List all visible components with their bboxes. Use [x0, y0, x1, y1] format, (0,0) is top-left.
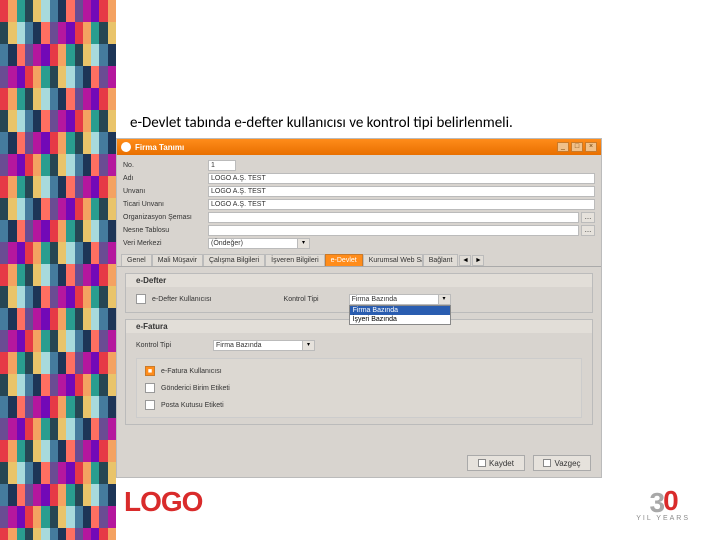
- tab-mali-m-avir[interactable]: Mali Müşavir: [152, 254, 203, 266]
- page-caption: e-Devlet tabında e-defter kullanıcısı ve…: [130, 114, 513, 132]
- tab-ba-lant[interactable]: Bağlant: [423, 254, 459, 266]
- option-i-yeri-baz-nda[interactable]: İşyeri Bazında: [350, 315, 450, 324]
- label-ticari-unvan: Ticari Unvanı: [123, 201, 208, 208]
- window-maximize-button[interactable]: □: [571, 142, 583, 152]
- field-unvan[interactable]: LOGO A.Ş. TEST: [208, 186, 595, 197]
- tab-kurumsal-web-sayfas-tan-mlar-[interactable]: Kurumsal Web Sayfası Tanımları: [363, 254, 423, 266]
- tab--al-ma-bilgileri[interactable]: Çalışma Bilgileri: [203, 254, 265, 266]
- tab-e-devlet[interactable]: e-Devlet: [325, 254, 363, 266]
- field-org-sema[interactable]: [208, 212, 579, 223]
- combo-edefter-kontrol-tipi[interactable]: Firma Bazında: [349, 294, 439, 305]
- nesne-tablosu-browse-button[interactable]: …: [581, 225, 595, 236]
- field-adi[interactable]: LOGO A.Ş. TEST: [208, 173, 595, 184]
- checkbox-edefter-kullanicisi[interactable]: [136, 294, 146, 304]
- label-veri-merkezi: Veri Merkezi: [123, 240, 208, 247]
- label: e-Fatura Kullanıcısı: [161, 368, 222, 375]
- tab-genel[interactable]: Genel: [121, 254, 152, 266]
- org-sema-browse-button[interactable]: …: [581, 212, 595, 223]
- tabs-bar: GenelMali MüşavirÇalışma Bilgileriİşvere…: [117, 253, 601, 267]
- label-no: No.: [123, 162, 208, 169]
- logo: LOGO: [124, 486, 202, 518]
- app-icon: [121, 142, 131, 152]
- window-minimize-button[interactable]: _: [557, 142, 569, 152]
- cancel-button[interactable]: Vazgeç: [533, 455, 591, 471]
- veri-merkezi-dropdown-button[interactable]: ▾: [298, 238, 310, 249]
- label-unvan: Unvanı: [123, 188, 208, 195]
- combo-efatura-kontrol-tipi[interactable]: Firma Bazında: [213, 340, 303, 351]
- group-title-edefter: e-Defter: [126, 274, 592, 287]
- field-no[interactable]: 1: [208, 160, 236, 171]
- label: Posta Kutusu Etiketi: [161, 402, 224, 409]
- field-nesne-tablosu[interactable]: [208, 225, 579, 236]
- label-efatura-kontrol-tipi: Kontrol Tipi: [136, 342, 171, 349]
- label: Gönderici Birim Etiketi: [161, 385, 230, 392]
- window-close-button[interactable]: ×: [585, 142, 597, 152]
- group-efatura: e-Fatura Kontrol Tipi Firma Bazında ▾ ■e…: [125, 319, 593, 425]
- field-veri-merkezi[interactable]: (Öndeğer): [208, 238, 298, 249]
- checkbox-g-nderici-birim-etiketi[interactable]: [145, 383, 155, 393]
- checkbox-posta-kutusu-etiketi[interactable]: [145, 400, 155, 410]
- label-org-sema: Organizasyon Şeması: [123, 214, 208, 221]
- tab-scroll-left-button[interactable]: ◄: [459, 255, 471, 266]
- decorative-sidebar: [0, 0, 116, 540]
- label-nesne-tablosu: Nesne Tablosu: [123, 227, 208, 234]
- window-title: Firma Tanımı: [135, 143, 557, 152]
- label-edefter-kontrol-tipi: Kontrol Tipi: [284, 296, 319, 303]
- save-icon: [478, 459, 486, 467]
- label-adi: Adı: [123, 175, 208, 182]
- tab-scroll-right-button[interactable]: ►: [472, 255, 484, 266]
- save-button[interactable]: Kaydet: [467, 455, 525, 471]
- dropdown-edefter-kontrol-tipi: Firma Bazındaİşyeri Bazında: [349, 305, 451, 325]
- label-edefter-kullanicisi: e-Defter Kullanıcısı: [152, 296, 212, 303]
- tab-i-veren-bilgileri[interactable]: İşveren Bilgileri: [265, 254, 324, 266]
- list-item: Gönderici Birim Etiketi: [145, 381, 573, 395]
- firma-tanimi-window: Firma Tanımı _ □ × No. 1 Adı LOGO A.Ş. T…: [116, 138, 602, 478]
- field-ticari-unvan[interactable]: LOGO A.Ş. TEST: [208, 199, 595, 210]
- group-edefter: e-Defter e-Defter Kullanıcısı Kontrol Ti…: [125, 273, 593, 313]
- combo-efatura-kontrol-tipi-button[interactable]: ▾: [303, 340, 315, 351]
- list-item: Posta Kutusu Etiketi: [145, 398, 573, 412]
- combo-edefter-kontrol-tipi-button[interactable]: ▾: [439, 294, 451, 305]
- window-titlebar: Firma Tanımı _ □ ×: [117, 139, 601, 155]
- option-firma-baz-nda[interactable]: Firma Bazında: [350, 306, 450, 315]
- form-area: No. 1 Adı LOGO A.Ş. TEST Unvanı LOGO A.Ş…: [117, 155, 601, 249]
- checkbox-e-fatura-kullan-c-s-[interactable]: ■: [145, 366, 155, 376]
- anniversary-badge: 30 YIL YEARS: [636, 487, 690, 522]
- cancel-icon: [543, 459, 551, 467]
- list-item: ■ e-Fatura Kullanıcısı: [145, 364, 573, 378]
- edevlet-panel: e-Defter e-Defter Kullanıcısı Kontrol Ti…: [117, 267, 601, 437]
